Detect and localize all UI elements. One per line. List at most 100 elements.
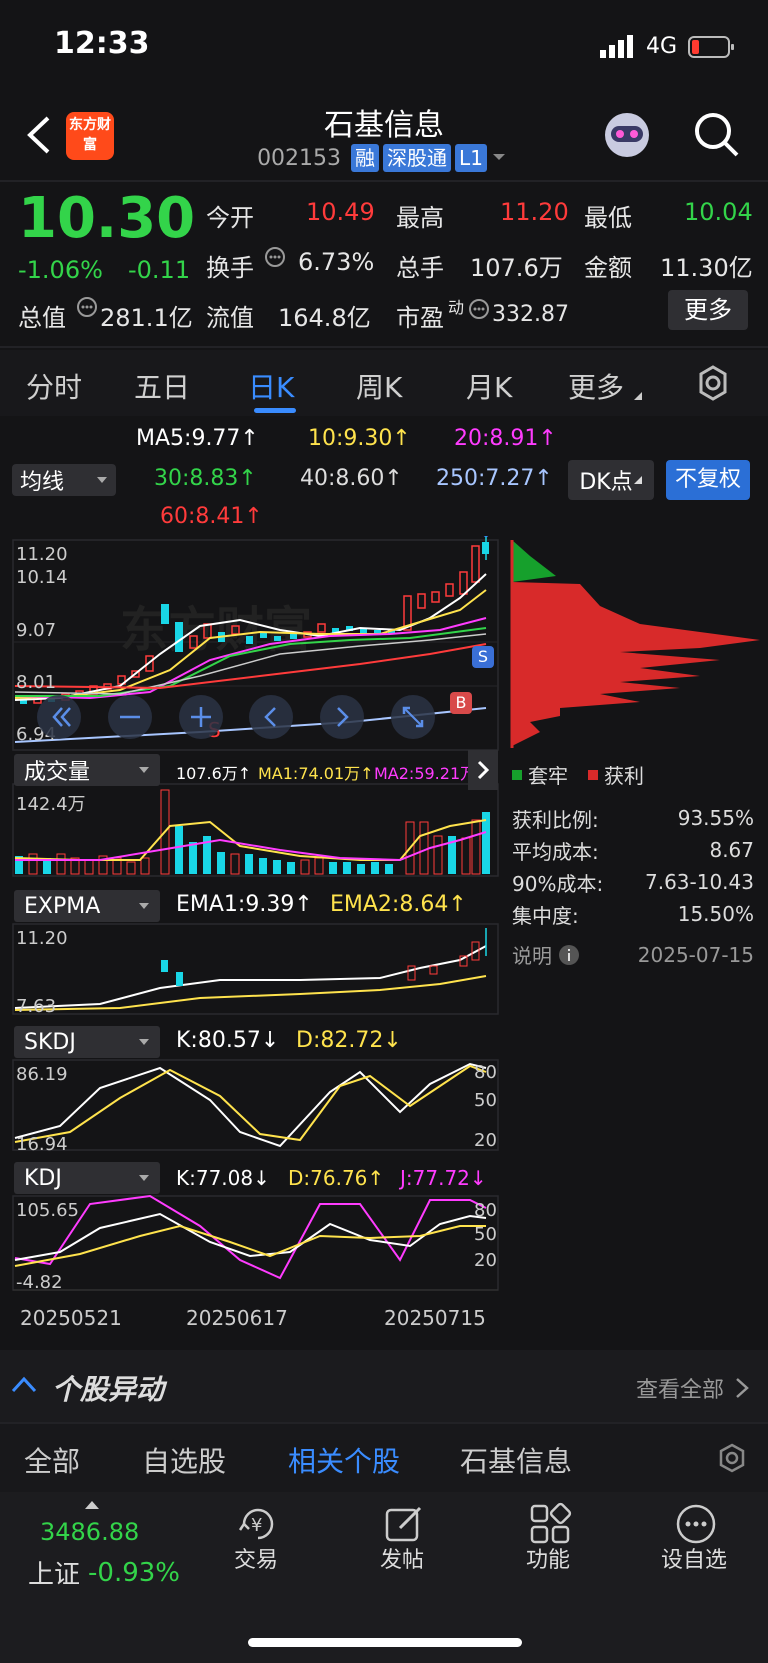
turnover-value: 6.73% [298, 248, 375, 276]
date-label-3: 20250715 [384, 1306, 486, 1330]
dk-point-button[interactable]: DK点 [568, 460, 654, 500]
tab-weekly-k[interactable]: 周K [356, 366, 402, 406]
float-value: 164.8亿 [278, 304, 371, 332]
corner-arrow-icon [633, 476, 642, 484]
status-time: 12:33 [54, 26, 150, 61]
skdj-level-20: 20 [474, 1130, 497, 1151]
current-price: 10.30 [18, 186, 196, 251]
skdj-selector[interactable]: SKDJ [14, 1026, 160, 1058]
tab-daily-k[interactable]: 日K [248, 366, 294, 406]
chip-row-label: 90%成本: [512, 871, 604, 896]
kdj-selector-label: KDJ [24, 1165, 62, 1191]
home-indicator[interactable] [248, 1638, 522, 1647]
note-label[interactable]: 说明 [512, 940, 552, 969]
y-label-2: 10.14 [16, 567, 68, 588]
expand-side-button[interactable] [468, 750, 498, 790]
high-label: 最高 [396, 204, 444, 232]
skdj-y-top: 86.19 [16, 1064, 68, 1085]
expma-selector[interactable]: EXPMA [14, 890, 160, 922]
tab-monthly-k[interactable]: 月K [466, 366, 512, 406]
change-amount: -0.11 [128, 256, 191, 284]
y-label-1: 11.20 [16, 544, 68, 565]
ma-selector[interactable]: 均线 [12, 464, 116, 496]
change-pct: -1.06% [18, 256, 103, 284]
sub-tab-all[interactable]: 全部 [24, 1440, 80, 1480]
y-label-4: 8.01 [16, 672, 57, 693]
sub-tab-watchlist[interactable]: 自选股 [142, 1440, 226, 1480]
robot-avatar-icon[interactable] [600, 108, 654, 162]
tag-margin: 融 [351, 144, 380, 172]
open-value: 10.49 [306, 198, 375, 226]
volume-ma1: MA1:74.01万↑ [258, 764, 374, 783]
ema2-legend: EMA2:8.64↑ [330, 892, 467, 917]
fullscreen-icon[interactable] [390, 694, 436, 740]
rewind-icon[interactable] [36, 694, 82, 740]
compose-icon[interactable] [382, 1502, 426, 1546]
kdj-selector[interactable]: KDJ [14, 1162, 160, 1194]
sub-tab-related[interactable]: 相关个股 [288, 1440, 400, 1480]
sub-tab-stock[interactable]: 石基信息 [460, 1440, 572, 1480]
float-value-label: 流值 [206, 304, 254, 332]
index-name: 上证 [28, 1560, 81, 1590]
trade-icon[interactable]: ¥ [236, 1502, 280, 1546]
ma10-legend: 10:9.30↑ [308, 426, 411, 451]
nav-functions[interactable]: 功能 [498, 1542, 598, 1574]
chip-row-value: 93.55% [677, 806, 754, 830]
volume-value: 107.6万↑ [176, 764, 252, 783]
nav-trade[interactable]: 交易 [206, 1542, 306, 1574]
skdj-level-50: 50 [474, 1090, 497, 1111]
kdj-level-50: 50 [474, 1224, 497, 1245]
expma-y-top: 11.20 [16, 928, 68, 949]
info-dots-icon[interactable] [468, 298, 490, 320]
settings-icon[interactable] [716, 1442, 748, 1474]
open-label: 今开 [206, 204, 254, 232]
grid-icon[interactable] [528, 1502, 572, 1546]
info-icon[interactable] [558, 944, 580, 966]
settings-icon[interactable] [694, 364, 732, 402]
sell-marker[interactable]: S [472, 646, 494, 668]
more-circle-icon[interactable] [674, 1502, 718, 1546]
sub-tabs: 全部 自选股 相关个股 石基信息 [0, 1424, 768, 1492]
volume-y-label: 142.4万 [16, 794, 86, 815]
chevron-left-icon[interactable] [248, 694, 294, 740]
index-value[interactable]: 3486.88 [40, 1518, 139, 1546]
movement-bar[interactable]: 个股异动 查看全部 [0, 1350, 768, 1422]
kdj-level-80: 80 [474, 1200, 497, 1221]
chip-distribution [510, 540, 760, 748]
info-dots-icon[interactable] [264, 246, 286, 268]
chevron-right-icon[interactable] [319, 694, 365, 740]
kdj-y-bottom: -4.82 [16, 1272, 63, 1293]
skdj-k: K:80.57↓ [176, 1028, 280, 1053]
volume-label: 总手 [396, 254, 444, 282]
chip-row-label: 平均成本: [512, 839, 599, 864]
index-row[interactable]: 上证 -0.93% [28, 1554, 180, 1591]
volume-selector[interactable]: 成交量 [14, 754, 160, 786]
kdj-j: J:77.72↓ [400, 1166, 487, 1190]
kdj-level-20: 20 [474, 1250, 497, 1271]
chip-row: 平均成本: 8.67 [512, 834, 754, 866]
info-dots-icon[interactable] [76, 296, 98, 318]
nav-post[interactable]: 发帖 [352, 1542, 452, 1574]
chart-controls [36, 694, 436, 740]
chip-row-value: 15.50% [677, 902, 754, 926]
no-adjust-button[interactable]: 不复权 [666, 460, 750, 500]
ma-selector-label: 均线 [20, 470, 65, 495]
tab-five-day[interactable]: 五日 [134, 366, 190, 406]
chip-row-label: 获利比例: [512, 807, 599, 832]
legend-profit: 获利 [604, 764, 644, 788]
search-icon[interactable] [692, 110, 742, 160]
status-bar: 12:33 4G [0, 0, 768, 92]
y-label-3: 9.07 [16, 620, 57, 641]
tab-intraday[interactable]: 分时 [26, 366, 82, 406]
zoom-out-icon[interactable] [107, 694, 153, 740]
dropdown-icon[interactable] [487, 148, 511, 168]
buy-marker[interactable]: B [450, 692, 472, 714]
chevron-up-icon[interactable] [10, 1374, 38, 1394]
tag-level: L1 [455, 144, 487, 172]
nav-add-watchlist[interactable]: 设自选 [644, 1542, 744, 1574]
tab-more[interactable]: 更多 [568, 366, 624, 406]
zoom-in-icon[interactable] [178, 694, 224, 740]
view-all-link[interactable]: 查看全部 [636, 1372, 752, 1404]
more-button[interactable]: 更多 [668, 290, 748, 330]
kdj-y-top: 105.65 [16, 1200, 79, 1221]
